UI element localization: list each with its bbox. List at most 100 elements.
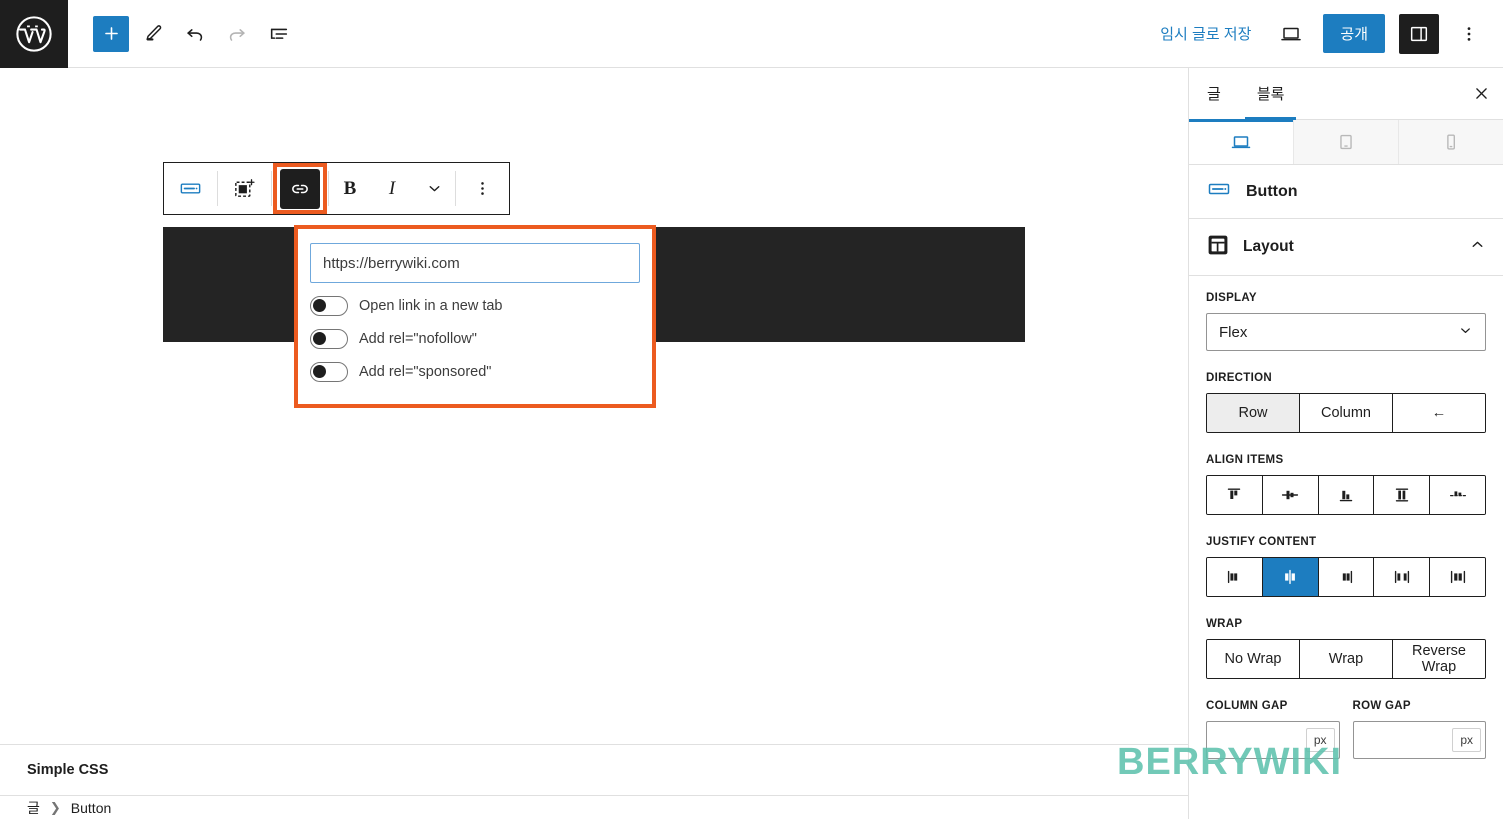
sidebar-tab-bar: 글 블록 [1189,68,1503,120]
display-field: DISPLAY Flex [1206,292,1486,351]
simple-css-title: Simple CSS [27,762,109,778]
device-tab-mobile[interactable] [1399,120,1503,164]
wrap-segmented-control: No Wrap Wrap Reverse Wrap [1206,639,1486,679]
link-settings-popover: Open link in a new tab Add rel="nofollow… [294,225,656,408]
row-gap-label: ROW GAP [1352,700,1411,712]
open-in-new-tab-toggle[interactable]: Open link in a new tab [310,296,640,316]
tab-block[interactable]: 블록 [1239,68,1303,120]
top-bar-left-tools [68,15,297,52]
layout-panel-body: DISPLAY Flex DIRECTION Row Column ← ALIG… [1189,276,1503,759]
wrap-field: WRAP No Wrap Wrap Reverse Wrap [1206,618,1486,679]
undo-button[interactable] [177,16,213,52]
breadcrumb-separator-icon: ❯ [49,799,61,815]
wrap-option-reverse-wrap[interactable]: Reverse Wrap [1393,640,1485,678]
align-items-label: ALIGN ITEMS [1206,454,1284,466]
selected-block-card: Button [1189,165,1503,219]
add-rel-sponsored-toggle[interactable]: Add rel="sponsored" [310,362,640,382]
breadcrumb: 글 ❯ Button [0,796,1188,819]
align-items-field: ALIGN ITEMS [1206,454,1486,515]
editor-top-bar: 임시 글로 저장 공개 [0,0,1503,68]
more-options-button[interactable] [1453,16,1485,52]
tools-button[interactable] [135,16,171,52]
column-gap-field: COLUMN GAP px [1206,700,1340,759]
block-type-button[interactable] [164,163,217,214]
chevron-down-icon [1458,323,1473,342]
display-label: DISPLAY [1206,292,1257,304]
display-select-value: Flex [1219,323,1248,341]
justify-center-icon[interactable] [1262,558,1319,596]
italic-button[interactable]: I [371,163,413,214]
direction-field: DIRECTION Row Column ← [1206,372,1486,433]
align-center-icon[interactable] [1262,476,1319,514]
laptop-preview-icon[interactable] [1273,16,1309,52]
direction-label: DIRECTION [1206,372,1272,384]
link-url-input[interactable] [310,243,640,283]
bold-button[interactable]: B [329,163,371,214]
add-block-button[interactable] [93,15,129,52]
column-gap-label: COLUMN GAP [1206,700,1288,712]
device-tab-desktop[interactable] [1189,119,1294,164]
toggle-label: Add rel="sponsored" [359,364,492,380]
block-card-title: Button [1246,182,1298,200]
breadcrumb-item-button[interactable]: Button [71,800,111,816]
justify-content-label: JUSTIFY CONTENT [1206,536,1317,548]
toggle-switch[interactable] [310,362,348,382]
breadcrumb-item-post[interactable]: 글 [27,798,40,818]
toggle-switch[interactable] [310,296,348,316]
column-gap-unit[interactable]: px [1305,728,1335,752]
align-stretch-icon[interactable] [1374,476,1431,514]
block-options-button[interactable] [456,163,509,214]
direction-option-reverse-arrow-icon[interactable]: ← [1393,394,1485,432]
select-parent-button[interactable] [218,163,271,214]
direction-segmented-control: Row Column ← [1206,393,1486,433]
align-flex-end-icon[interactable] [1318,476,1375,514]
add-rel-nofollow-toggle[interactable]: Add rel="nofollow" [310,329,640,349]
align-items-control [1206,475,1486,515]
align-baseline-icon[interactable] [1430,476,1485,514]
simple-css-panel[interactable]: Simple CSS [0,744,1188,796]
toggle-label: Open link in a new tab [359,298,503,314]
justify-space-between-icon[interactable] [1374,558,1431,596]
justify-flex-end-icon[interactable] [1318,558,1375,596]
top-bar-right-tools: 임시 글로 저장 공개 [1152,13,1503,54]
settings-sidebar: 글 블록 Button Layout DISPLAY Flex DIRECTIO… [1188,68,1503,819]
layout-panel-header[interactable]: Layout [1189,219,1503,276]
toolbar-divider [271,171,272,206]
link-button-highlight [273,163,327,214]
settings-sidebar-toggle[interactable] [1399,13,1439,54]
device-preview-tabs [1189,119,1503,165]
justify-flex-start-icon[interactable] [1207,558,1263,596]
redo-button[interactable] [219,16,255,52]
chevron-up-icon[interactable] [1469,236,1486,258]
layout-panel-title: Layout [1243,238,1294,255]
display-select[interactable]: Flex [1206,313,1486,351]
wordpress-logo-icon[interactable] [0,0,68,68]
more-rich-text-button[interactable] [413,163,455,214]
tab-post[interactable]: 글 [1189,68,1239,119]
row-gap-input[interactable]: px [1352,721,1486,759]
close-icon[interactable] [1459,68,1503,119]
save-draft-button[interactable]: 임시 글로 저장 [1152,17,1259,50]
row-gap-unit[interactable]: px [1452,728,1481,752]
toggle-switch[interactable] [310,329,348,349]
layout-icon [1206,233,1230,262]
wrap-option-no-wrap[interactable]: No Wrap [1207,640,1300,678]
align-flex-start-icon[interactable] [1207,476,1263,514]
direction-option-column[interactable]: Column [1300,394,1393,432]
device-tab-tablet[interactable] [1294,120,1399,164]
wrap-label: WRAP [1206,618,1243,630]
button-block-icon [1206,176,1232,207]
link-button[interactable] [280,168,320,209]
direction-option-row[interactable]: Row [1207,394,1300,432]
row-gap-field: ROW GAP px [1352,700,1486,759]
gap-fields: COLUMN GAP px ROW GAP px [1206,700,1486,759]
column-gap-input[interactable]: px [1206,721,1340,759]
publish-button[interactable]: 공개 [1323,14,1385,53]
justify-stretch-icon[interactable] [1430,558,1485,596]
justify-content-field: JUSTIFY CONTENT [1206,536,1486,597]
toggle-label: Add rel="nofollow" [359,331,477,347]
editor-canvas[interactable]: B I Open link in a new tab [0,68,1188,744]
list-view-button[interactable] [261,16,297,52]
justify-content-control [1206,557,1486,597]
wrap-option-wrap[interactable]: Wrap [1300,640,1393,678]
